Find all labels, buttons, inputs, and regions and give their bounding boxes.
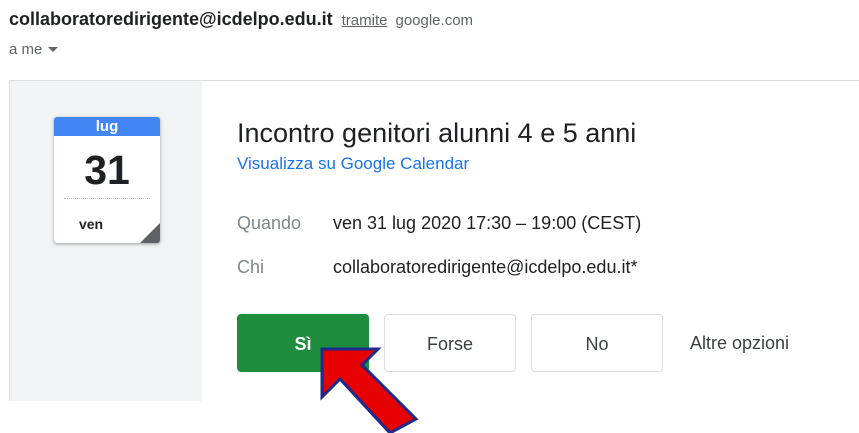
- calendar-weekday: ven: [78, 216, 104, 232]
- event-when-row: Quando ven 31 lug 2020 17:30 – 19:00 (CES…: [237, 212, 641, 234]
- more-options-link[interactable]: Altre opzioni: [690, 314, 789, 372]
- calendar-date-icon: lug 31 ven: [54, 117, 160, 243]
- rsvp-no-button[interactable]: No: [531, 314, 663, 372]
- when-value: ven 31 lug 2020 17:30 – 19:00 (CEST): [333, 213, 642, 233]
- via-domain: google.com: [395, 12, 474, 29]
- page-fold-icon: [140, 223, 160, 243]
- arrow-pointer-icon: [320, 347, 419, 433]
- recipient-label: a me: [9, 41, 43, 58]
- recipient-toggle[interactable]: a me: [9, 40, 59, 60]
- calendar-divider: [64, 198, 150, 199]
- arrow-shape: [320, 347, 419, 433]
- calendar-day: 31: [84, 147, 130, 193]
- when-label: Quando: [237, 213, 302, 233]
- sender-line: collaboratoredirigente@icdelpo.edu.it tr…: [9, 8, 473, 32]
- who-label: Chi: [237, 257, 265, 277]
- view-in-calendar-link[interactable]: Visualizza su Google Calendar: [237, 153, 469, 175]
- sender-email[interactable]: collaboratoredirigente@icdelpo.edu.it: [9, 9, 333, 29]
- caret-down-icon: [48, 46, 59, 52]
- event-title: Incontro genitori alunni 4 e 5 anni: [237, 118, 637, 148]
- card-sidebar: lug 31 ven: [10, 81, 202, 401]
- who-value: collaboratoredirigente@icdelpo.edu.it*: [333, 257, 638, 277]
- via-link[interactable]: tramite: [342, 12, 388, 29]
- calendar-month: lug: [54, 117, 160, 136]
- event-who-row: Chi collaboratoredirigente@icdelpo.edu.it…: [237, 256, 637, 278]
